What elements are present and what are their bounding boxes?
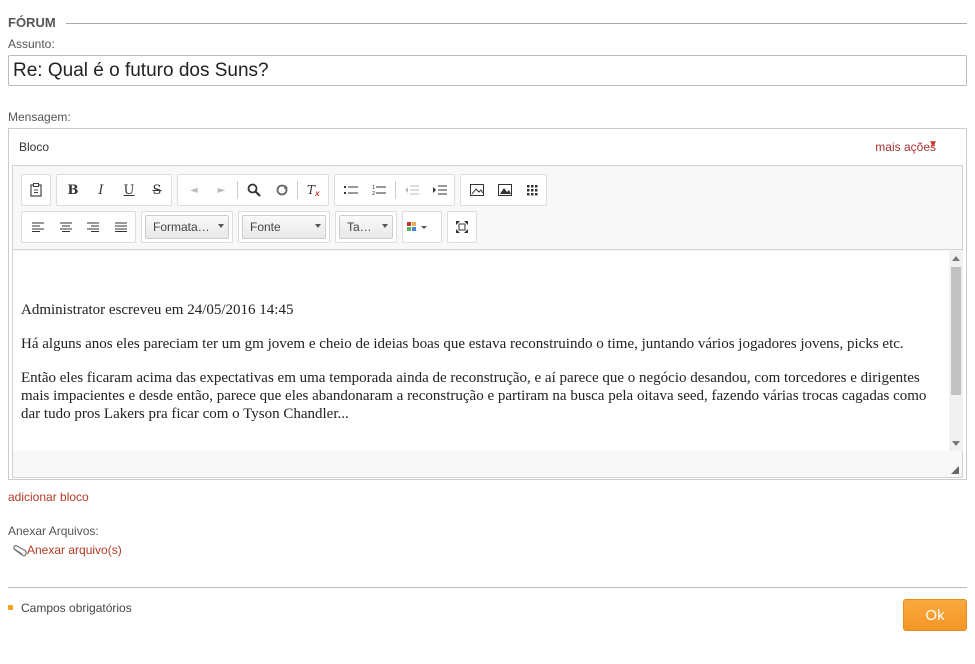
image-icon[interactable] <box>463 176 491 204</box>
list-indent-group: 12 <box>334 174 455 206</box>
increase-indent-icon[interactable] <box>426 176 454 204</box>
content-paragraph: Então eles ficaram acima das expectativa… <box>21 370 927 422</box>
find-icon[interactable] <box>240 176 268 204</box>
chevron-down-icon <box>382 224 388 228</box>
italic-icon[interactable]: I <box>87 176 115 204</box>
block-header: Bloco mais ações ▼ <box>9 129 966 163</box>
font-combo-label: Fonte <box>250 220 281 234</box>
svg-text:2: 2 <box>372 191 375 196</box>
footer-divider <box>8 587 967 588</box>
bold-icon[interactable]: B <box>59 176 87 204</box>
svg-text:x: x <box>314 189 320 197</box>
subject-label: Assunto: <box>8 37 55 51</box>
more-actions-arrow-icon[interactable]: ▼ <box>928 139 938 150</box>
align-center-icon[interactable] <box>52 213 80 241</box>
maximize-icon[interactable] <box>448 213 476 241</box>
rich-text-editor: B I U S ◄ ► Tx 1 2 Formata… Fonte Ta… Ad… <box>12 165 963 478</box>
content-paragraph: Há alguns anos eles pareciam ter um gm j… <box>21 336 904 352</box>
align-left-icon[interactable] <box>24 213 52 241</box>
toolbar-separator <box>237 181 239 199</box>
insert-group <box>460 174 547 206</box>
editor-toolbar: B I U S ◄ ► Tx 1 2 Formata… Fonte Ta… <box>13 166 962 250</box>
required-fields-note: Campos obrigatórios <box>21 601 132 615</box>
strikethrough-icon[interactable]: S <box>143 176 171 204</box>
subject-input[interactable] <box>8 55 967 86</box>
message-label: Mensagem: <box>8 110 71 124</box>
quote-header: Administrator escreveu em 24/05/2016 14:… <box>21 302 294 318</box>
chevron-down-icon <box>218 224 224 228</box>
decrease-indent-icon[interactable] <box>398 176 426 204</box>
remove-format-icon[interactable]: Tx <box>300 176 328 204</box>
scrollbar-thumb[interactable] <box>951 267 961 395</box>
more-actions-link[interactable]: mais ações <box>875 140 936 154</box>
format-combo-label: Formata… <box>153 220 210 234</box>
editor-content-area[interactable]: Administrator escreveu em 24/05/2016 14:… <box>13 251 949 451</box>
text-color-icon[interactable] <box>407 221 429 233</box>
section-title: FÓRUM <box>8 15 66 30</box>
justify-icon[interactable] <box>107 213 135 241</box>
text-color-group <box>402 211 442 243</box>
chevron-down-icon <box>315 224 321 228</box>
replace-icon[interactable] <box>268 176 296 204</box>
maximize-group <box>447 211 477 243</box>
ok-button[interactable]: Ok <box>903 599 967 631</box>
basic-styles-group: B I U S <box>56 174 172 206</box>
align-right-icon[interactable] <box>80 213 108 241</box>
table-icon[interactable] <box>518 176 546 204</box>
forum-section-header: FÓRUM <box>8 15 967 31</box>
message-block: Bloco mais ações ▼ B I U S ◄ ► T x 1 2 F… <box>8 128 967 480</box>
block-name: Bloco <box>19 140 50 154</box>
font-combo[interactable]: Fonte <box>238 211 330 243</box>
resize-handle-icon[interactable] <box>951 466 959 474</box>
numbered-list-icon[interactable]: 12 <box>365 176 393 204</box>
underline-icon[interactable]: U <box>115 176 143 204</box>
attach-files-link[interactable]: Anexar arquivo(s) <box>27 543 122 557</box>
editor-scrollbar[interactable] <box>949 251 963 451</box>
gallery-icon[interactable] <box>491 176 519 204</box>
undo-icon[interactable]: ◄ <box>180 176 208 204</box>
paperclip-icon <box>13 545 27 560</box>
redo-icon[interactable]: ► <box>208 176 236 204</box>
align-group <box>21 211 136 243</box>
format-combo[interactable]: Formata… <box>141 211 233 243</box>
toolbar-separator <box>395 181 396 199</box>
required-marker-icon <box>8 605 13 610</box>
scroll-down-icon[interactable] <box>952 441 960 446</box>
scroll-up-icon[interactable] <box>952 256 960 261</box>
toolbar-separator <box>297 181 299 199</box>
paste-icon[interactable] <box>22 176 50 204</box>
bulleted-list-icon[interactable] <box>337 176 365 204</box>
undo-find-group: ◄ ► Tx <box>177 174 329 206</box>
paste-group <box>21 174 51 206</box>
attachments-label: Anexar Arquivos: <box>8 524 99 538</box>
section-divider <box>8 23 967 24</box>
add-block-link[interactable]: adicionar bloco <box>8 490 89 504</box>
size-combo[interactable]: Ta… <box>335 211 397 243</box>
size-combo-label: Ta… <box>347 220 372 234</box>
